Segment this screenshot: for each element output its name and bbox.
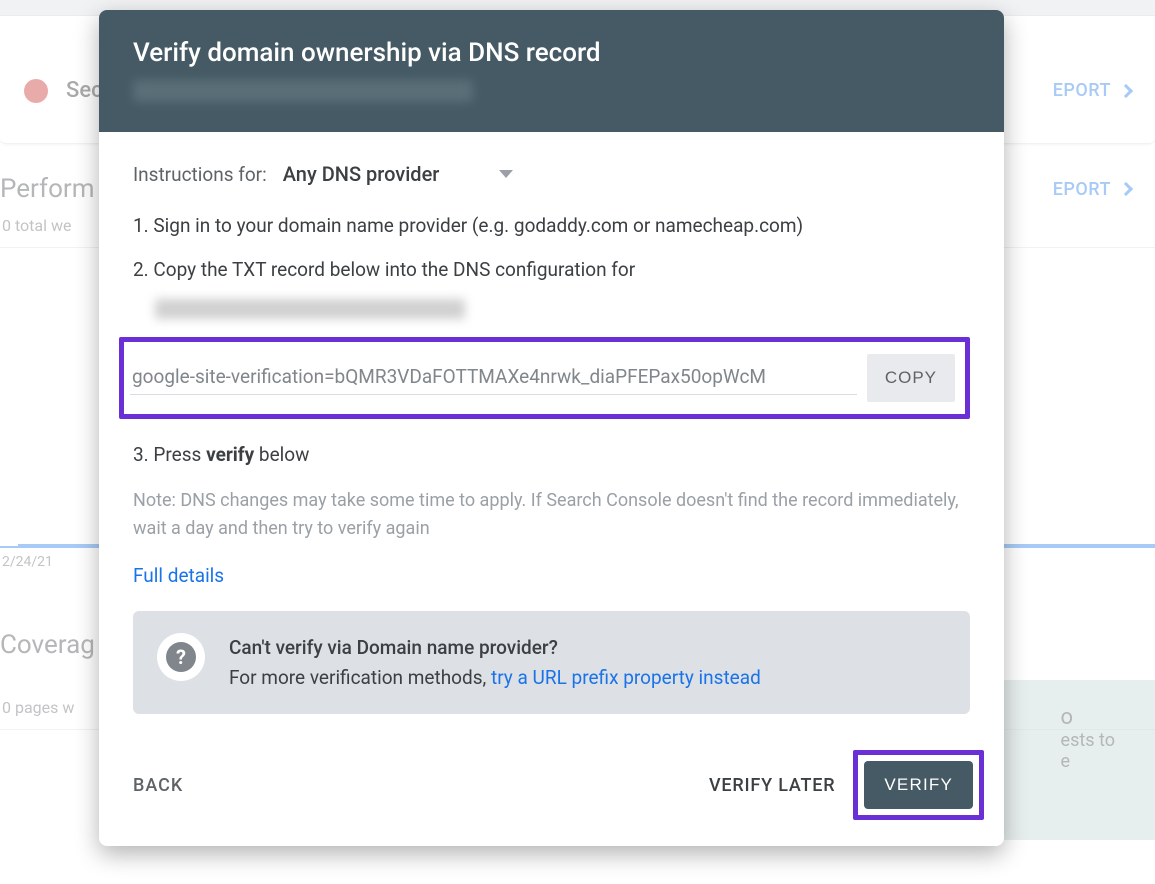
instructions-row: Instructions for: Any DNS provider — [133, 162, 970, 186]
dns-provider-select[interactable]: Any DNS provider — [283, 162, 514, 186]
instructions-label: Instructions for: — [133, 163, 267, 186]
info-text: Can't verify via Domain name provider? F… — [229, 633, 761, 692]
txt-record-highlight: google-site-verification=bQMR3VDaFOTTMAX… — [119, 337, 970, 419]
help-icon: ? — [157, 633, 205, 681]
dialog-title: Verify domain ownership via DNS record — [133, 38, 970, 68]
info-heading: Can't verify via Domain name provider? — [229, 633, 761, 662]
verify-highlight: VERIFY — [853, 750, 984, 820]
chevron-down-icon — [499, 170, 513, 178]
step-1: 1. Sign in to your domain name provider … — [133, 212, 970, 240]
domain-blurred — [155, 299, 465, 319]
alternative-info-card: ? Can't verify via Domain name provider?… — [133, 611, 970, 714]
verify-later-button[interactable]: VERIFY LATER — [709, 775, 835, 796]
question-mark-icon: ? — [166, 642, 196, 672]
url-prefix-link[interactable]: try a URL prefix property instead — [491, 666, 761, 689]
dialog-header: Verify domain ownership via DNS record — [99, 10, 1004, 132]
provider-value: Any DNS provider — [283, 162, 440, 186]
step-3: 3. Press verify below — [133, 441, 970, 469]
verify-domain-dialog: Verify domain ownership via DNS record I… — [99, 10, 1004, 846]
domain-name-blurred — [133, 80, 473, 102]
full-details-link[interactable]: Full details — [133, 564, 224, 587]
dialog-footer: BACK VERIFY LATER VERIFY — [99, 724, 1004, 846]
dialog-body: Instructions for: Any DNS provider 1. Si… — [99, 132, 1004, 724]
dns-note: Note: DNS changes may take some time to … — [133, 487, 970, 543]
txt-record-value[interactable]: google-site-verification=bQMR3VDaFOTTMAX… — [130, 361, 857, 395]
step-2: 2. Copy the TXT record below into the DN… — [133, 256, 970, 284]
verify-button[interactable]: VERIFY — [864, 761, 973, 809]
copy-button[interactable]: COPY — [867, 354, 955, 402]
back-button[interactable]: BACK — [133, 775, 183, 796]
